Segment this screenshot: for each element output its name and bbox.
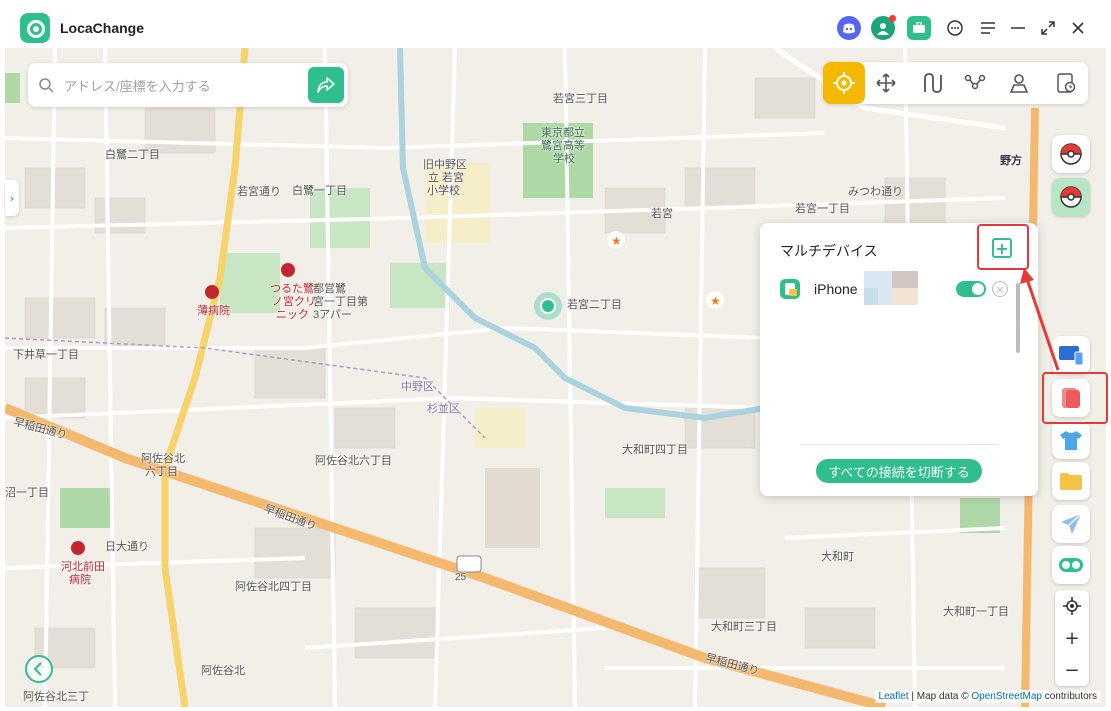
joystick-mode-icon[interactable] [865, 62, 907, 104]
share-arrow-icon [317, 77, 335, 93]
divider [800, 444, 998, 445]
device-name: iPhone [814, 281, 858, 297]
highlight-box [1042, 372, 1108, 424]
map-label: 白鷺二丁目 [105, 149, 160, 161]
map-label: 大和町一丁目 [943, 606, 1009, 618]
user-avatar-icon[interactable] [871, 15, 896, 40]
map-label: 大和町四丁目 [622, 444, 688, 456]
map-label: 沼一丁目 [5, 487, 49, 499]
history-icon[interactable] [1045, 62, 1087, 104]
device-id-redacted [864, 271, 918, 305]
map-label: 学校 [553, 153, 575, 165]
notification-dot [889, 15, 896, 22]
search-box [28, 63, 348, 107]
map-attribution: Leaflet | Map data © OpenStreetMap contr… [874, 690, 1101, 703]
folder-icon[interactable] [1052, 462, 1090, 500]
map-label: 小学校 [427, 185, 460, 197]
map-label: 若宮一丁目 [795, 203, 850, 215]
map-label: 六丁目 [145, 466, 178, 478]
svg-text:★: ★ [710, 294, 721, 308]
two-spot-mode-icon[interactable] [910, 62, 952, 104]
title-bar: LocaChange [0, 0, 1111, 48]
app-title: LocaChange [60, 20, 145, 36]
toolkit-icon[interactable] [907, 16, 931, 40]
pokeball-icon[interactable] [1052, 135, 1090, 173]
annotation-arrow-icon [1020, 268, 1060, 371]
map-label: 中野区 [401, 381, 434, 393]
tshirt-icon[interactable] [1052, 421, 1090, 459]
maximize-icon[interactable] [1036, 16, 1060, 40]
map-label: ニック [276, 309, 309, 321]
map-label: 白鷺一丁目 [292, 185, 347, 197]
map-label: 阿佐谷北三丁 [23, 691, 89, 703]
route-shield: 25 [455, 572, 467, 583]
map-label: 薄病院 [197, 305, 230, 317]
discord-icon[interactable] [837, 16, 861, 40]
map-label: 病院 [69, 574, 91, 586]
app-window: LocaChange ★ ★ 若宮三丁目 東京都立 鷺宮高等 学校 白鷺二丁目 … [0, 0, 1111, 711]
device-icon [780, 279, 800, 299]
leaflet-link[interactable]: Leaflet [879, 691, 909, 702]
user-location-mode-icon[interactable] [998, 62, 1040, 104]
locate-me-icon[interactable] [1055, 590, 1089, 622]
highlight-box [977, 224, 1029, 270]
zoom-controls: + − [1055, 590, 1089, 686]
close-icon[interactable] [1066, 16, 1090, 40]
multi-spot-mode-icon[interactable] [954, 62, 996, 104]
go-button[interactable] [308, 67, 344, 103]
map-label: 野方 [1000, 155, 1022, 167]
zoom-in-button[interactable]: + [1055, 622, 1089, 654]
map-label: 若宮通り [237, 186, 281, 198]
map-label: 若宮三丁目 [553, 93, 608, 105]
map-label: みつわ通り [848, 186, 903, 198]
map-label: 阿佐谷北四丁目 [235, 581, 312, 593]
expand-sidebar-icon[interactable]: › [5, 180, 19, 216]
map-label: 大和町三丁目 [711, 621, 777, 633]
osm-link[interactable]: OpenStreetMap [971, 691, 1042, 702]
mode-toolbar [823, 62, 1088, 104]
map-label: 大和町 [821, 551, 854, 563]
search-icon [38, 77, 54, 97]
menu-icon[interactable] [976, 16, 1000, 40]
map-label: 若宮二丁目 [567, 299, 622, 311]
panel-title: マルチデバイス [780, 243, 878, 259]
chat-icon[interactable] [943, 16, 967, 40]
disconnect-all-button[interactable]: すべての接続を切断する [816, 459, 982, 483]
send-icon[interactable] [1052, 505, 1090, 543]
map-label: 杉並区 [427, 403, 460, 415]
search-input[interactable] [62, 75, 316, 97]
map-label: 若宮 [651, 208, 673, 220]
pokeball-green-icon[interactable] [1052, 178, 1090, 216]
map-label: 日大通り [105, 541, 149, 553]
minimize-icon[interactable] [1006, 16, 1030, 40]
device-row[interactable]: iPhone × [760, 269, 1038, 309]
app-logo [20, 13, 50, 43]
map-label: 下井草一丁目 [13, 349, 79, 361]
svg-text:★: ★ [611, 234, 622, 248]
map-label: 阿佐谷北六丁目 [315, 455, 392, 467]
zoom-out-button[interactable]: − [1055, 654, 1089, 686]
map-label: 阿佐谷北 [201, 665, 245, 677]
back-chevron-icon[interactable] [25, 655, 53, 683]
map-label: 3アパー [313, 309, 352, 321]
teleport-mode-icon[interactable] [823, 62, 865, 104]
remove-device-icon[interactable]: × [992, 281, 1008, 297]
toggle-switch-icon[interactable] [1052, 546, 1090, 584]
device-connection-toggle[interactable] [956, 281, 986, 297]
